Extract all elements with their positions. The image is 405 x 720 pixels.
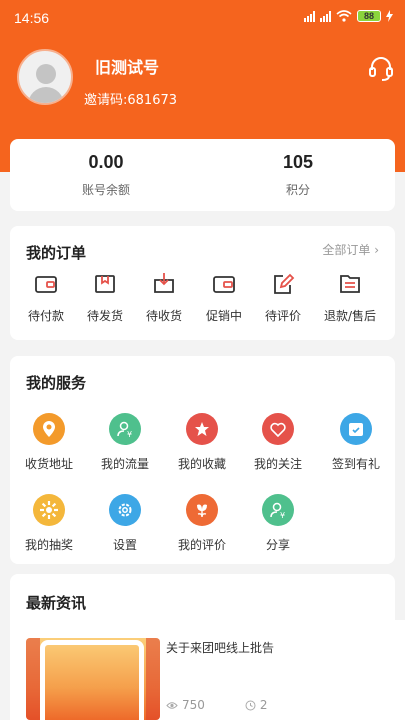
service-label: 我的抽奖 bbox=[24, 538, 73, 552]
service-label: 我的评价 bbox=[177, 538, 226, 552]
service-label: 设置 bbox=[112, 538, 137, 552]
signal-icon bbox=[320, 10, 331, 22]
nickname: 旧测试号 bbox=[95, 58, 160, 77]
service-favorites[interactable]: 我的收藏 bbox=[167, 413, 237, 472]
customer-service-icon[interactable] bbox=[367, 54, 395, 82]
receive-box-icon bbox=[154, 273, 174, 293]
status-icons: 88 bbox=[304, 10, 393, 22]
views-stat: 750 bbox=[166, 698, 205, 712]
svg-text:¥: ¥ bbox=[127, 430, 132, 438]
service-label: 我的关注 bbox=[253, 457, 302, 471]
order-item-label: 待付款 bbox=[27, 309, 64, 323]
balance-label: 账号余额 bbox=[81, 183, 130, 197]
service-address[interactable]: 收货地址 bbox=[14, 413, 84, 472]
service-label: 收货地址 bbox=[24, 457, 73, 471]
news-item-meta: 750 2 bbox=[166, 698, 268, 712]
edge-fade bbox=[265, 620, 405, 720]
promo-wallet-icon bbox=[213, 276, 235, 293]
order-pending-review[interactable]: 待评价 bbox=[253, 272, 313, 324]
news-title: 最新资讯 bbox=[26, 594, 87, 612]
order-item-label: 促销中 bbox=[205, 309, 242, 323]
order-item-label: 退款/售后 bbox=[323, 309, 377, 323]
services-title: 我的服务 bbox=[26, 374, 87, 392]
flower-icon bbox=[186, 494, 218, 526]
order-item-label: 待发货 bbox=[86, 309, 123, 323]
star-icon bbox=[186, 413, 218, 445]
svg-text:¥: ¥ bbox=[280, 511, 285, 519]
balance-stat[interactable]: 0.00 账号余额 bbox=[10, 139, 202, 198]
points-stat[interactable]: 105 积分 bbox=[202, 139, 394, 198]
package-icon bbox=[95, 275, 115, 293]
account-summary-card: 0.00 账号余额 105 积分 bbox=[10, 139, 395, 211]
heart-icon bbox=[262, 413, 294, 445]
gear-icon bbox=[109, 494, 141, 526]
service-share[interactable]: ¥ 分享 bbox=[243, 494, 313, 553]
orders-card: 我的订单 全部订单 › 待付款 待发货 待收货 促销中 待评价 退款/售后 bbox=[10, 226, 395, 340]
service-traffic[interactable]: ¥ 我的流量 bbox=[90, 413, 160, 472]
wallet-icon bbox=[35, 276, 57, 293]
edit-icon bbox=[274, 273, 295, 294]
services-card: 我的服务 收货地址 ¥ 我的流量 我的收藏 我的关注 签到有礼 我的抽奖 设置 … bbox=[10, 356, 395, 564]
order-item-label: 待收货 bbox=[145, 309, 182, 323]
battery-icon: 88 bbox=[357, 10, 381, 22]
order-refund[interactable]: 退款/售后 bbox=[320, 272, 380, 324]
location-pin-icon bbox=[33, 413, 65, 445]
order-pending-shipment[interactable]: 待发货 bbox=[75, 272, 135, 324]
points-label: 积分 bbox=[285, 183, 310, 197]
clock-icon bbox=[245, 700, 256, 710]
service-label: 我的流量 bbox=[100, 457, 149, 471]
wifi-icon bbox=[336, 10, 352, 22]
charging-icon bbox=[386, 10, 393, 22]
order-item-label: 待评价 bbox=[264, 309, 301, 323]
avatar[interactable] bbox=[17, 49, 73, 105]
service-lottery[interactable]: 我的抽奖 bbox=[14, 494, 84, 553]
news-thumbnail[interactable] bbox=[26, 638, 160, 720]
order-pending-receipt[interactable]: 待收货 bbox=[134, 272, 194, 324]
service-label: 分享 bbox=[265, 538, 290, 552]
points-value: 105 bbox=[282, 152, 314, 172]
order-promotion[interactable]: 促销中 bbox=[194, 272, 254, 324]
eye-icon bbox=[166, 701, 178, 709]
refund-list-icon bbox=[340, 275, 360, 293]
status-time: 14:56 bbox=[14, 10, 50, 26]
service-reviews[interactable]: 我的评价 bbox=[167, 494, 237, 553]
signal-icon bbox=[304, 10, 315, 22]
orders-title: 我的订单 bbox=[26, 244, 87, 262]
brand-logo-icon bbox=[40, 640, 144, 720]
all-orders-link[interactable]: 全部订单 › bbox=[322, 241, 379, 258]
calendar-check-icon bbox=[340, 413, 372, 445]
service-following[interactable]: 我的关注 bbox=[243, 413, 313, 472]
service-label: 我的收藏 bbox=[177, 457, 226, 471]
invite-code: 邀请码:681673 bbox=[84, 93, 178, 108]
service-checkin[interactable]: 签到有礼 bbox=[321, 413, 391, 472]
status-bar: 14:56 88 bbox=[0, 0, 405, 34]
balance-value: 0.00 bbox=[88, 152, 124, 172]
user-yen-icon: ¥ bbox=[109, 413, 141, 445]
user-yen-icon: ¥ bbox=[262, 494, 294, 526]
service-settings[interactable]: 设置 bbox=[90, 494, 160, 553]
order-pending-payment[interactable]: 待付款 bbox=[16, 272, 76, 324]
sun-wheel-icon bbox=[33, 494, 65, 526]
service-label: 签到有礼 bbox=[331, 457, 380, 471]
views-count: 750 bbox=[182, 698, 205, 712]
